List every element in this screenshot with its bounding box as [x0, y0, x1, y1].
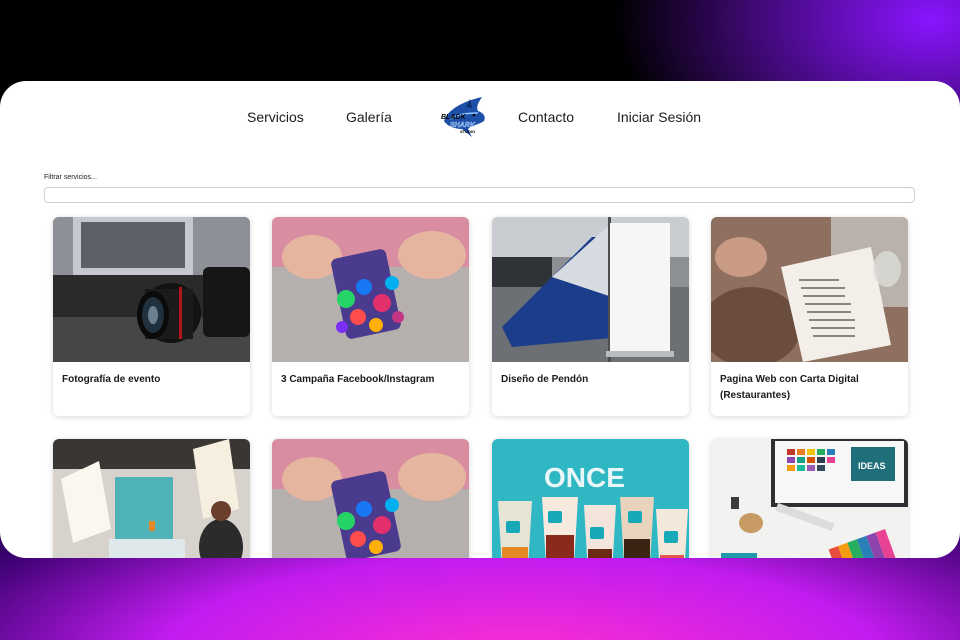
card-title: 3 Campaña Facebook/Instagram — [281, 374, 435, 385]
service-card[interactable]: Fotografía de evento — [53, 217, 250, 416]
nav-link-contacto[interactable]: Contacto — [518, 109, 574, 125]
bubble-tea-cups-photo: ONCE — [492, 439, 689, 558]
service-card[interactable]: IDEAS — [711, 439, 908, 558]
service-card[interactable] — [53, 439, 250, 558]
service-card[interactable] — [272, 439, 469, 558]
card-title: Diseño de Pendón — [501, 374, 589, 385]
roll-up-banner-photo — [492, 217, 689, 362]
svg-text:SHARK: SHARK — [450, 122, 476, 129]
shark-icon: BLACK SHARK STUDIO — [441, 97, 485, 137]
filter-label: Filtrar servicios... — [44, 174, 97, 181]
card-title: Pagina Web con Carta Digital (Restaurant… — [720, 374, 859, 401]
svg-text:IDEAS: IDEAS — [858, 461, 886, 471]
svg-text:STUDIO: STUDIO — [460, 129, 475, 134]
filter-input[interactable] — [44, 187, 915, 203]
social-media-phone-photo — [272, 217, 469, 362]
top-navigation: Servicios Galería BLACK SHARK STUDIO Con… — [0, 81, 960, 153]
black-shark-logo[interactable]: BLACK SHARK STUDIO — [438, 95, 488, 139]
social-media-phone-photo — [272, 439, 469, 558]
card-title: Fotografía de evento — [62, 374, 161, 385]
nav-link-iniciar-sesion[interactable]: Iniciar Sesión — [617, 109, 701, 125]
service-card[interactable]: 3 Campaña Facebook/Instagram — [272, 217, 469, 416]
nav-link-servicios[interactable]: Servicios — [247, 109, 304, 125]
service-card[interactable]: ONCE — [492, 439, 689, 558]
svg-text:ONCE: ONCE — [544, 462, 625, 493]
photo-studio-photo — [53, 439, 250, 558]
service-card[interactable]: Diseño de Pendón — [492, 217, 689, 416]
design-desk-photo: IDEAS — [711, 439, 908, 558]
svg-text:BLACK: BLACK — [441, 114, 466, 121]
restaurant-menu-photo — [711, 217, 908, 362]
nav-link-galeria[interactable]: Galería — [346, 109, 392, 125]
browser-window: Servicios Galería BLACK SHARK STUDIO Con… — [0, 81, 960, 558]
camera-lens-photo — [53, 217, 250, 362]
service-card[interactable]: Pagina Web con Carta Digital (Restaurant… — [711, 217, 908, 416]
